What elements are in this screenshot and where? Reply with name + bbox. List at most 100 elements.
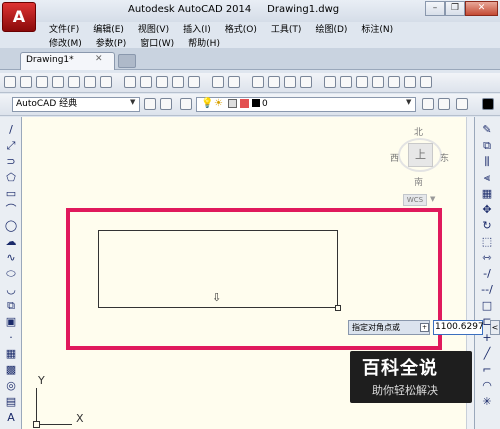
revision-cloud-icon[interactable]: ☁ <box>4 235 18 249</box>
save-icon[interactable] <box>36 76 48 88</box>
menu-item[interactable]: 编辑(E) <box>86 23 131 37</box>
minimize-button[interactable]: – <box>425 1 445 16</box>
coordinate-input[interactable]: 1100.6297 <box>433 320 484 335</box>
new-tab-button[interactable] <box>118 54 136 68</box>
markup-icon[interactable] <box>388 76 400 88</box>
zoom-window-icon[interactable] <box>284 76 296 88</box>
print-icon[interactable] <box>52 76 64 88</box>
offset-icon[interactable]: ⫷ <box>480 171 494 185</box>
compass-west-label[interactable]: 西 <box>390 151 399 164</box>
close-button[interactable]: ✕ <box>465 1 498 16</box>
menu-item[interactable]: 插入(I) <box>176 23 218 37</box>
layer-properties-icon[interactable] <box>180 98 192 110</box>
properties-icon[interactable] <box>324 76 336 88</box>
polyline-icon[interactable]: ⊃ <box>4 155 18 169</box>
rotate-icon[interactable]: ↻ <box>480 219 494 233</box>
menu-bar-row-1: 文件(F) 编辑(E) 视图(V) 插入(I) 格式(O) 工具(T) 绘图(D) 标注(N) <box>38 23 500 37</box>
ellipse-icon[interactable]: ⬭ <box>4 267 18 281</box>
watermark-title: 百科全说 <box>362 358 438 379</box>
block-editor-icon[interactable] <box>188 76 200 88</box>
extend-icon[interactable]: --/ <box>480 283 494 297</box>
construction-line-icon[interactable]: ⤢ <box>4 139 18 153</box>
menu-item[interactable]: 工具(T) <box>264 23 309 37</box>
pan-icon[interactable] <box>252 76 264 88</box>
watermark-subtitle: 助你轻松解决 <box>372 384 438 397</box>
publish-icon[interactable] <box>84 76 96 88</box>
array-icon[interactable]: ▦ <box>480 187 494 201</box>
zoom-realtime-icon[interactable] <box>268 76 280 88</box>
break-at-point-icon[interactable]: □ <box>480 299 494 313</box>
chamfer-icon[interactable]: ╱ <box>480 347 494 361</box>
fillet-icon[interactable]: ⌐ <box>480 363 494 377</box>
open-icon[interactable] <box>20 76 32 88</box>
menu-item[interactable]: 格式(O) <box>218 23 264 37</box>
menu-item[interactable]: 视图(V) <box>131 23 176 37</box>
layer-previous-icon[interactable] <box>438 98 450 110</box>
insert-block-icon[interactable]: ⧉ <box>4 299 18 313</box>
design-center-icon[interactable] <box>340 76 352 88</box>
workspace-dropdown[interactable]: AutoCAD 经典 <box>12 97 140 112</box>
erase-icon[interactable]: ✎ <box>480 123 494 137</box>
blend-icon[interactable]: ◠ <box>480 379 494 393</box>
arc-icon[interactable]: ⌒ <box>4 203 18 217</box>
lock-icon <box>228 99 237 108</box>
join-icon[interactable]: + <box>480 331 494 345</box>
make-block-icon[interactable]: ▣ <box>4 315 18 329</box>
application-menu-button[interactable]: A <box>2 2 36 32</box>
mtext-icon[interactable]: A <box>4 411 18 425</box>
cut-icon[interactable] <box>124 76 136 88</box>
copy-object-icon[interactable]: ⧉ <box>480 139 494 153</box>
compass-south-label[interactable]: 南 <box>414 175 423 188</box>
chevron-down-icon[interactable]: ▼ <box>130 98 135 106</box>
compass-north-label[interactable]: 北 <box>414 125 423 138</box>
color-control-icon[interactable] <box>482 98 494 110</box>
tool-palettes-icon[interactable] <box>356 76 368 88</box>
gradient-icon[interactable]: ▩ <box>4 363 18 377</box>
rectangle-icon[interactable]: ▭ <box>4 187 18 201</box>
menu-item[interactable]: 文件(F) <box>42 23 86 37</box>
chevron-down-icon[interactable]: ▼ <box>430 195 435 203</box>
tab-close-icon[interactable]: ✕ <box>95 54 103 64</box>
corner-grip[interactable] <box>335 305 341 311</box>
help-icon[interactable] <box>420 76 432 88</box>
copy-icon[interactable] <box>140 76 152 88</box>
zoom-previous-icon[interactable] <box>300 76 312 88</box>
workspace-toolbar-icon[interactable] <box>160 98 172 110</box>
region-icon[interactable]: ◎ <box>4 379 18 393</box>
new-icon[interactable] <box>4 76 16 88</box>
mirror-icon[interactable]: ⫼ <box>480 155 494 169</box>
hatch-icon[interactable]: ▦ <box>4 347 18 361</box>
undo-icon[interactable] <box>212 76 224 88</box>
table-icon[interactable]: ▤ <box>4 395 18 409</box>
wcs-menu[interactable]: WCS <box>403 194 427 206</box>
explode-icon[interactable]: ✳ <box>480 395 494 409</box>
move-icon[interactable]: ✥ <box>480 203 494 217</box>
compass-east-label[interactable]: 东 <box>440 151 449 164</box>
viewcube-top-face[interactable]: 上 <box>408 143 433 167</box>
circle-icon[interactable]: ◯ <box>4 219 18 233</box>
menu-item[interactable]: 绘图(D) <box>308 23 354 37</box>
menu-item[interactable]: 标注(N) <box>354 23 400 37</box>
polygon-icon[interactable]: ⬠ <box>4 171 18 185</box>
preview-icon[interactable] <box>68 76 80 88</box>
dynamic-input-options-icon[interactable]: + <box>420 323 429 332</box>
redo-icon[interactable] <box>228 76 240 88</box>
chevron-down-icon[interactable]: ▼ <box>406 98 411 106</box>
scale-icon[interactable]: ⬚ <box>480 235 494 249</box>
line-icon[interactable]: / <box>4 123 18 137</box>
paste-icon[interactable] <box>156 76 168 88</box>
point-icon[interactable]: · <box>4 331 18 345</box>
quickcalc-icon[interactable] <box>404 76 416 88</box>
sheet-set-icon[interactable] <box>372 76 384 88</box>
match-properties-icon[interactable] <box>172 76 184 88</box>
restore-button[interactable]: ❐ <box>445 1 465 16</box>
layer-match-icon[interactable] <box>456 98 468 110</box>
ellipse-arc-icon[interactable]: ◡ <box>4 283 18 297</box>
stretch-icon[interactable]: ⇿ <box>480 251 494 265</box>
make-current-layer-icon[interactable] <box>422 98 434 110</box>
spline-icon[interactable]: ∿ <box>4 251 18 265</box>
gear-icon[interactable] <box>144 98 156 110</box>
trim-icon[interactable]: -/ <box>480 267 494 281</box>
break-icon[interactable]: ⊏ <box>480 315 494 329</box>
plot-3d-icon[interactable] <box>100 76 112 88</box>
